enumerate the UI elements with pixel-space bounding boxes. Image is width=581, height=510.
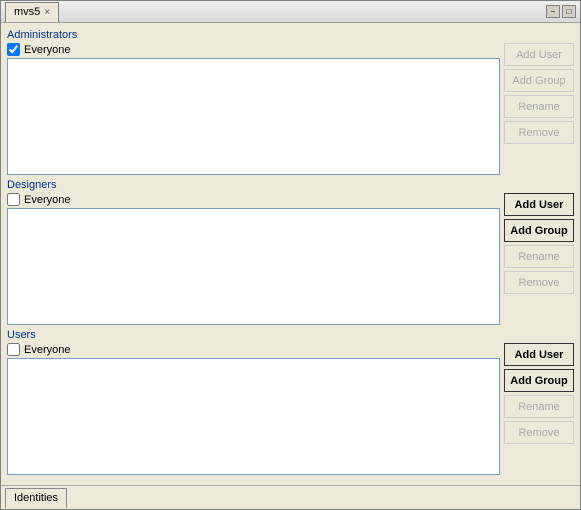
checkbox-label-designers: Everyone: [24, 194, 70, 206]
main-window: mvs5 × − □ Administrators Everyone Add U…: [0, 0, 581, 510]
add-user-button-users[interactable]: Add User: [504, 343, 574, 366]
remove-button-users[interactable]: Remove: [504, 421, 574, 444]
checkbox-users[interactable]: [7, 343, 20, 356]
rename-button-designers[interactable]: Rename: [504, 245, 574, 268]
minimize-button[interactable]: −: [546, 5, 560, 18]
identities-tab-label: Identities: [14, 492, 58, 504]
main-content: Administrators Everyone Add User Add Gro…: [1, 23, 580, 485]
main-tab[interactable]: mvs5 ×: [5, 2, 59, 22]
rename-button-administrators[interactable]: Rename: [504, 95, 574, 118]
list-box-administrators[interactable]: [7, 58, 500, 175]
section-header-designers: Designers: [7, 179, 574, 191]
section-users: Users Everyone Add User Add Group Rename…: [7, 329, 574, 475]
title-bar: mvs5 × − □: [1, 1, 580, 23]
checkbox-administrators[interactable]: [7, 43, 20, 56]
right-panel-designers: Add User Add Group Rename Remove: [504, 193, 574, 325]
right-panel-users: Add User Add Group Rename Remove: [504, 343, 574, 475]
identities-tab[interactable]: Identities: [5, 488, 67, 508]
checkbox-row-designers: Everyone: [7, 193, 500, 206]
tab-close-icon[interactable]: ×: [44, 7, 50, 18]
add-group-button-designers[interactable]: Add Group: [504, 219, 574, 242]
list-box-users[interactable]: [7, 358, 500, 475]
right-panel-administrators: Add User Add Group Rename Remove: [504, 43, 574, 175]
remove-button-administrators[interactable]: Remove: [504, 121, 574, 144]
checkbox-row-administrators: Everyone: [7, 43, 500, 56]
section-body-administrators: Everyone Add User Add Group Rename Remov…: [7, 43, 574, 175]
tab-label: mvs5: [14, 6, 40, 18]
add-group-button-users[interactable]: Add Group: [504, 369, 574, 392]
left-panel-users: Everyone: [7, 343, 500, 475]
section-body-users: Everyone Add User Add Group Rename Remov…: [7, 343, 574, 475]
checkbox-row-users: Everyone: [7, 343, 500, 356]
list-box-designers[interactable]: [7, 208, 500, 325]
section-body-designers: Everyone Add User Add Group Rename Remov…: [7, 193, 574, 325]
rename-button-users[interactable]: Rename: [504, 395, 574, 418]
section-administrators: Administrators Everyone Add User Add Gro…: [7, 29, 574, 175]
left-panel-administrators: Everyone: [7, 43, 500, 175]
section-header-users: Users: [7, 329, 574, 341]
remove-button-designers[interactable]: Remove: [504, 271, 574, 294]
add-user-button-designers[interactable]: Add User: [504, 193, 574, 216]
bottom-bar: Identities: [1, 485, 580, 509]
left-panel-designers: Everyone: [7, 193, 500, 325]
add-group-button-administrators[interactable]: Add Group: [504, 69, 574, 92]
checkbox-label-users: Everyone: [24, 344, 70, 356]
section-header-administrators: Administrators: [7, 29, 574, 41]
maximize-button[interactable]: □: [562, 5, 576, 18]
checkbox-label-administrators: Everyone: [24, 44, 70, 56]
window-controls: − □: [546, 5, 576, 18]
checkbox-designers[interactable]: [7, 193, 20, 206]
section-designers: Designers Everyone Add User Add Group Re…: [7, 179, 574, 325]
add-user-button-administrators[interactable]: Add User: [504, 43, 574, 66]
